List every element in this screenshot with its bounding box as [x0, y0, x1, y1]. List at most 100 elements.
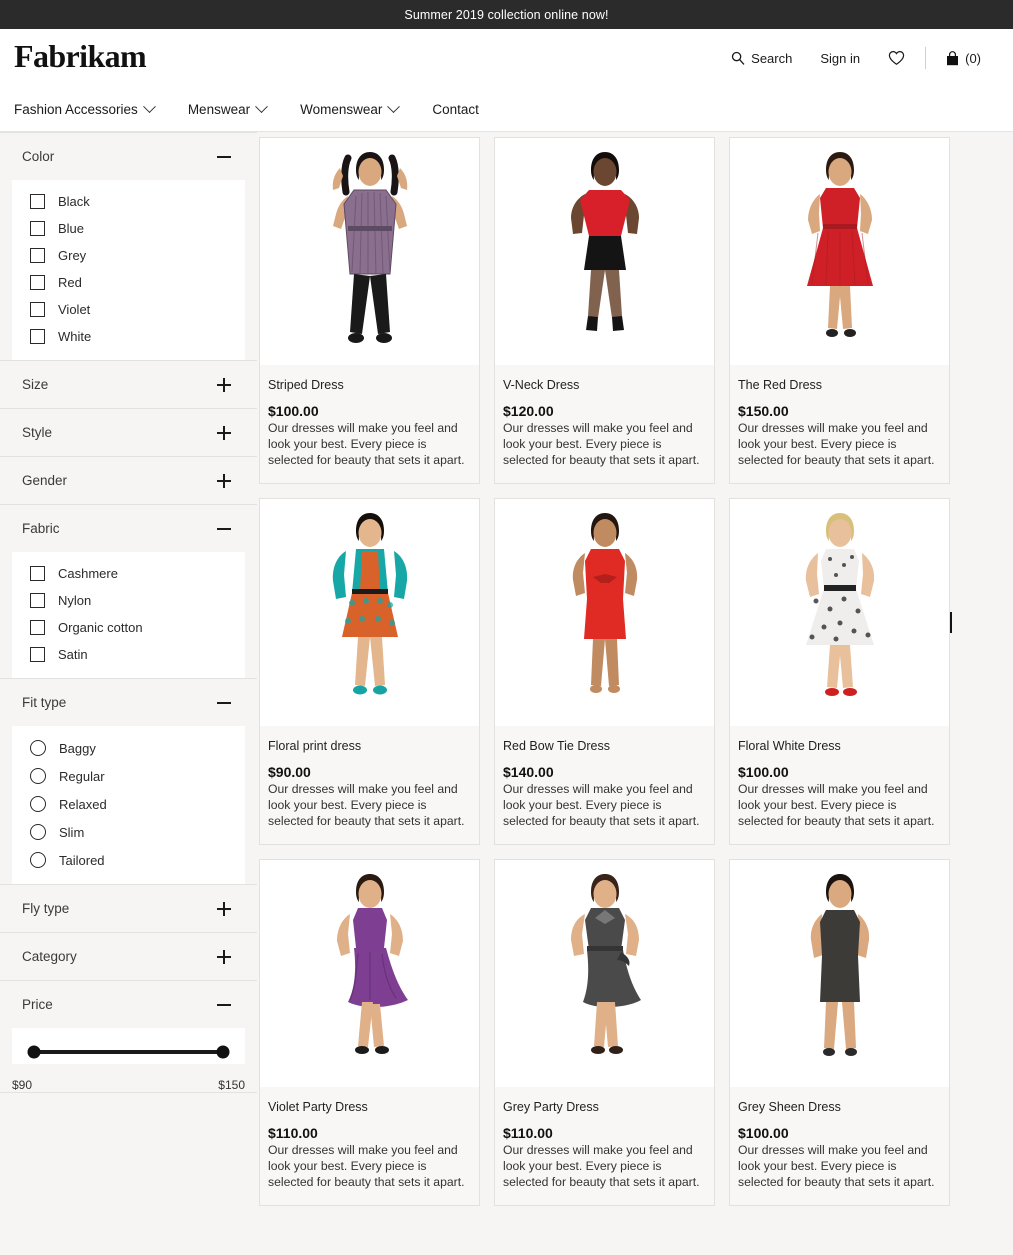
filter-title: Fit type [22, 695, 66, 710]
nav-item-womenswear[interactable]: Womenswear [300, 94, 414, 125]
filter-toggle-size[interactable]: Size [0, 361, 257, 408]
checkbox[interactable] [30, 593, 45, 608]
filter-toggle-style[interactable]: Style [0, 409, 257, 456]
filter-option-tailored[interactable]: Tailored [12, 846, 245, 874]
filter-option-satin[interactable]: Satin [12, 641, 245, 668]
filter-option-white[interactable]: White [12, 323, 245, 350]
filter-option-blue[interactable]: Blue [12, 215, 245, 242]
checkbox[interactable] [30, 302, 45, 317]
cart-button[interactable]: (0) [932, 45, 995, 72]
filter-option-label: Blue [58, 221, 84, 236]
search-button[interactable]: Search [717, 45, 806, 72]
product-card[interactable]: Violet Party Dress$110.00Our dresses wil… [259, 859, 480, 1206]
product-name[interactable]: Grey Sheen Dress [738, 1100, 941, 1114]
product-image[interactable] [260, 860, 479, 1087]
filter-option-organic-cotton[interactable]: Organic cotton [12, 614, 245, 641]
checkbox[interactable] [30, 329, 45, 344]
filter-option-label: Slim [59, 825, 84, 840]
filter-title: Price [22, 997, 53, 1012]
product-name[interactable]: Striped Dress [268, 378, 471, 392]
product-image[interactable] [495, 499, 714, 726]
filter-toggle-color[interactable]: Color [0, 133, 257, 180]
filter-toggle-fabric[interactable]: Fabric [0, 505, 257, 552]
filter-option-regular[interactable]: Regular [12, 762, 245, 790]
product-card[interactable]: Floral White Dress$100.00Our dresses wil… [729, 498, 950, 845]
radio-button[interactable] [30, 824, 46, 840]
filter-title: Fabric [22, 521, 60, 536]
product-image[interactable] [730, 860, 949, 1087]
product-name[interactable]: Floral White Dress [738, 739, 941, 753]
product-card[interactable]: The Red Dress$150.00Our dresses will mak… [729, 137, 950, 484]
header-actions: Search Sign in (0) [717, 44, 995, 72]
nav-item-contact[interactable]: Contact [432, 94, 495, 125]
filter-option-red[interactable]: Red [12, 269, 245, 296]
filter-option-label: Red [58, 275, 82, 290]
checkbox[interactable] [30, 194, 45, 209]
product-card[interactable]: Red Bow Tie Dress$140.00Our dresses will… [494, 498, 715, 845]
brand-logo[interactable]: Fabrikam [14, 40, 146, 76]
product-name[interactable]: V-Neck Dress [503, 378, 706, 392]
product-image[interactable] [495, 138, 714, 365]
radio-button[interactable] [30, 852, 46, 868]
product-card[interactable]: Striped Dress$100.00Our dresses will mak… [259, 137, 480, 484]
product-info: Grey Sheen Dress$100.00Our dresses will … [730, 1087, 949, 1205]
checkbox[interactable] [30, 566, 45, 581]
plus-icon [217, 378, 231, 392]
price-slider-min-handle[interactable] [28, 1046, 41, 1059]
product-image[interactable] [495, 860, 714, 1087]
cart-count: (0) [965, 51, 981, 66]
product-card[interactable]: Floral print dress$90.00Our dresses will… [259, 498, 480, 845]
filter-option-slim[interactable]: Slim [12, 818, 245, 846]
promo-banner-text: Summer 2019 collection online now! [404, 8, 608, 22]
checkbox[interactable] [30, 275, 45, 290]
product-name[interactable]: Violet Party Dress [268, 1100, 471, 1114]
sign-in-button[interactable]: Sign in [806, 45, 874, 72]
filter-option-cashmere[interactable]: Cashmere [12, 560, 245, 587]
product-price: $140.00 [503, 764, 706, 780]
shopping-bag-icon [946, 51, 959, 66]
filter-group-price: Price$90$150 [0, 981, 257, 1093]
filter-toggle-fit-type[interactable]: Fit type [0, 679, 257, 726]
product-image[interactable] [730, 138, 949, 365]
filter-option-violet[interactable]: Violet [12, 296, 245, 323]
filter-title: Size [22, 377, 48, 392]
filter-option-grey[interactable]: Grey [12, 242, 245, 269]
checkbox[interactable] [30, 620, 45, 635]
product-name[interactable]: Red Bow Tie Dress [503, 739, 706, 753]
filter-toggle-gender[interactable]: Gender [0, 457, 257, 504]
filter-option-black[interactable]: Black [12, 188, 245, 215]
filter-option-nylon[interactable]: Nylon [12, 587, 245, 614]
wishlist-button[interactable] [874, 44, 919, 72]
product-name[interactable]: Floral print dress [268, 739, 471, 753]
radio-button[interactable] [30, 796, 46, 812]
nav-item-fashion-accessories[interactable]: Fashion Accessories [14, 94, 170, 125]
filter-toggle-fly-type[interactable]: Fly type [0, 885, 257, 932]
checkbox[interactable] [30, 248, 45, 263]
product-image[interactable] [260, 138, 479, 365]
nav-item-menswear[interactable]: Menswear [188, 94, 282, 125]
checkbox[interactable] [30, 647, 45, 662]
product-card[interactable]: V-Neck Dress$120.00Our dresses will make… [494, 137, 715, 484]
price-slider-track[interactable] [34, 1050, 223, 1054]
product-image[interactable] [730, 499, 949, 726]
filter-option-relaxed[interactable]: Relaxed [12, 790, 245, 818]
radio-button[interactable] [30, 768, 46, 784]
filter-toggle-category[interactable]: Category [0, 933, 257, 980]
nav-label: Contact [432, 102, 479, 117]
filter-toggle-price[interactable]: Price [0, 981, 257, 1028]
product-card[interactable]: Grey Party Dress$110.00Our dresses will … [494, 859, 715, 1206]
text-cursor-caret [950, 612, 952, 633]
checkbox[interactable] [30, 221, 45, 236]
price-slider-max-handle[interactable] [217, 1046, 230, 1059]
filter-title: Gender [22, 473, 67, 488]
filter-option-label: Organic cotton [58, 620, 143, 635]
filter-option-baggy[interactable]: Baggy [12, 734, 245, 762]
product-image[interactable] [260, 499, 479, 726]
product-name[interactable]: Grey Party Dress [503, 1100, 706, 1114]
radio-button[interactable] [30, 740, 46, 756]
heart-icon [888, 50, 905, 66]
product-card[interactable]: Grey Sheen Dress$100.00Our dresses will … [729, 859, 950, 1206]
product-name[interactable]: The Red Dress [738, 378, 941, 392]
chevron-down-icon [143, 100, 156, 113]
product-description: Our dresses will make you feel and look … [268, 1143, 471, 1191]
